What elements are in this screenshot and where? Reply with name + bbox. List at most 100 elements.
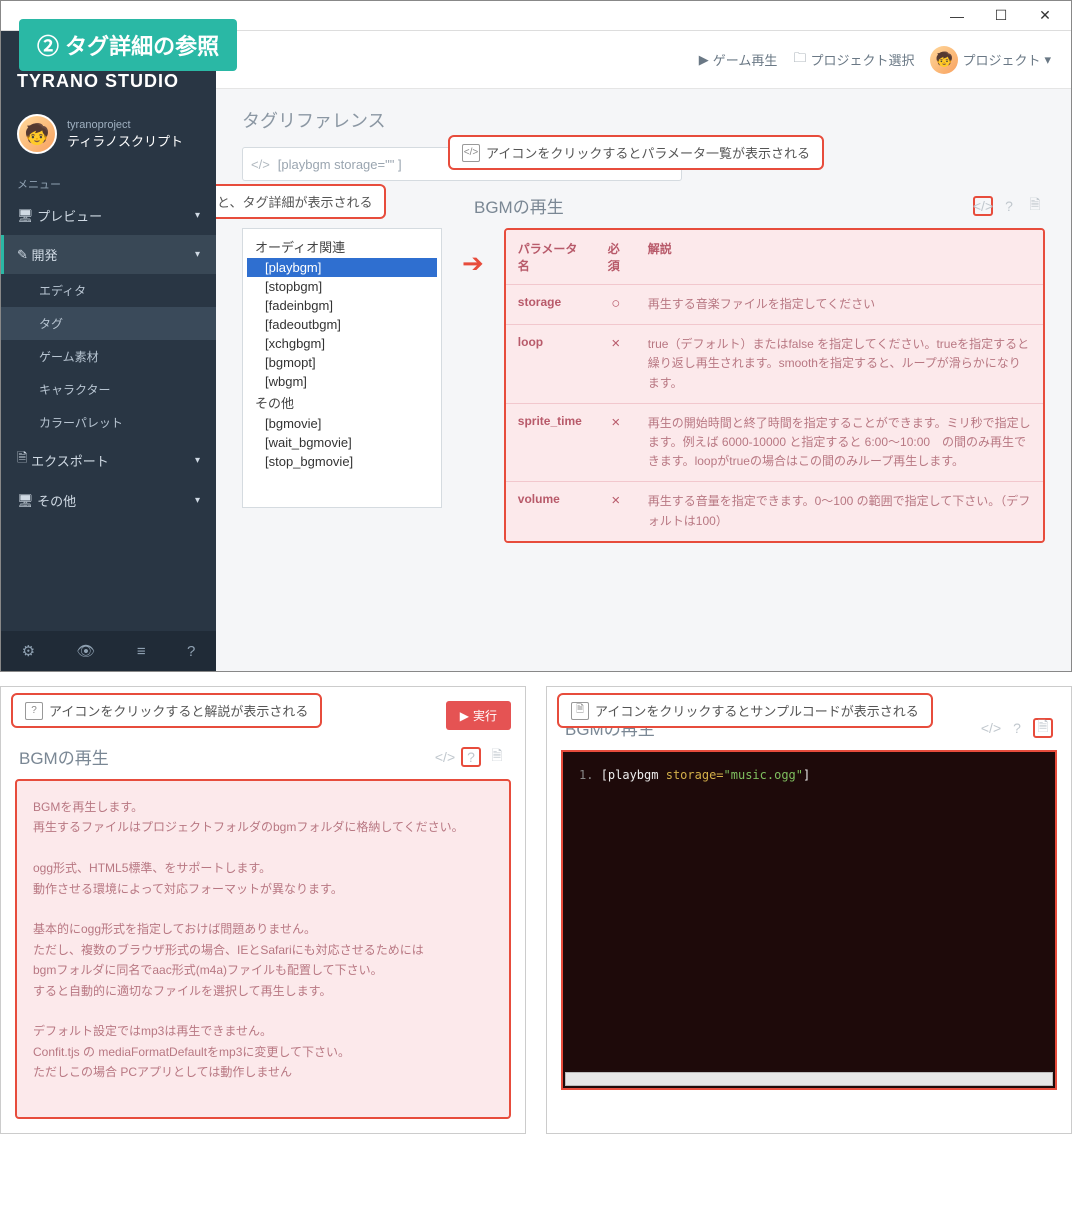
- project-info: 🧒 tyranoproject ティラノスクリプト: [1, 104, 216, 164]
- sidebar-item-label: 開発: [32, 245, 58, 264]
- tag-detail-row: オーディオ関連 [playbgm] [stopbgm] [fadeinbgm] …: [242, 228, 1045, 543]
- tag-item-fadeinbgm[interactable]: [fadeinbgm]: [247, 296, 437, 315]
- parameter-table: パラメータ名 必須 解説 storage ○ 再生する音楽ファイルを指定してくだ…: [504, 228, 1045, 543]
- horizontal-scrollbar[interactable]: [565, 1072, 1053, 1086]
- tag-item-wait-bgmovie[interactable]: [wait_bgmovie]: [247, 433, 437, 452]
- sidebar-item-preview[interactable]: 🖥 プレビュー ▾: [1, 196, 216, 235]
- line-number: 1.: [579, 768, 593, 782]
- code-tag: ]: [803, 768, 810, 782]
- param-desc: true（デフォルト）またはfalse を指定してください。trueを指定すると…: [636, 325, 1043, 404]
- chevron-down-icon: ▾: [1044, 52, 1051, 68]
- sidebar-sub-tag[interactable]: タグ: [1, 307, 216, 340]
- param-desc: 再生の開始時間と終了時間を指定することができます。ミリ秒で指定します。例えば 6…: [636, 403, 1043, 482]
- run-label: 実行: [473, 707, 497, 724]
- tag-item-playbgm[interactable]: [playbgm]: [247, 258, 437, 277]
- code-tag: [playbgm: [601, 768, 666, 782]
- window-maximize-button[interactable]: ☐: [979, 2, 1023, 30]
- window-close-button[interactable]: ✕: [1023, 2, 1067, 30]
- run-button[interactable]: ▶ 実行: [446, 701, 511, 730]
- project-menu[interactable]: 🧒 プロジェクト ▾: [930, 46, 1051, 74]
- topbar-label: プロジェクト選択: [810, 50, 914, 69]
- param-required: ×: [596, 325, 636, 404]
- window-minimize-button[interactable]: ―: [935, 2, 979, 30]
- sidebar-sub-assets[interactable]: ゲーム素材: [1, 340, 216, 373]
- callout-text: アイコンをクリックするとパラメータ一覧が表示される: [486, 143, 810, 162]
- app-body: TYRANO STUDIO 🧒 tyranoproject ティラノスクリプト …: [1, 31, 1071, 671]
- section-title: BGMの再生: [19, 744, 109, 769]
- sidebar-item-label: プレビュー: [37, 206, 102, 225]
- callout-tag-click: タグをクリックすると、タグ詳細が表示される: [216, 184, 386, 219]
- tag-group-label: その他: [247, 391, 437, 414]
- param-row: volume × 再生する音量を指定できます。0〜100 の範囲で指定して下さい…: [506, 482, 1043, 541]
- sidebar-sub-editor[interactable]: エディタ: [1, 274, 216, 307]
- params-icon[interactable]: </>: [973, 196, 993, 216]
- play-icon: ▶: [699, 52, 709, 68]
- sidebar-item-label: その他: [37, 491, 76, 510]
- params-icon[interactable]: </>: [981, 718, 1001, 738]
- callout-text: アイコンをクリックすると解説が表示される: [49, 701, 308, 720]
- callout-sample-icon: 🗎 アイコンをクリックするとサンプルコードが表示される: [557, 693, 933, 728]
- help-icon[interactable]: ?: [1007, 718, 1027, 738]
- sidebar-sub-character[interactable]: キャラクター: [1, 373, 216, 406]
- tag-list[interactable]: オーディオ関連 [playbgm] [stopbgm] [fadeinbgm] …: [242, 228, 442, 508]
- sidebar: TYRANO STUDIO 🧒 tyranoproject ティラノスクリプト …: [1, 31, 216, 671]
- th-desc: 解説: [636, 230, 1043, 285]
- tag-item-xchgbgm[interactable]: [xchgbgm]: [247, 334, 437, 353]
- topbar: ▶ ゲーム再生 🗀 プロジェクト選択 🧒 プロジェクト ▾: [216, 31, 1071, 89]
- param-required: ○: [596, 285, 636, 325]
- panel-help: ▶ 実行 ? アイコンをクリックすると解説が表示される BGMの再生 </> ?…: [0, 686, 526, 1134]
- menu-icon[interactable]: ≡: [137, 643, 146, 660]
- sidebar-item-export[interactable]: 🗎 エクスポート ▾: [1, 439, 216, 481]
- tag-item-stopbgm[interactable]: [stopbgm]: [247, 277, 437, 296]
- param-required: ×: [596, 403, 636, 482]
- sample-code-icon[interactable]: 🗎: [487, 747, 507, 767]
- help-icon[interactable]: ?: [999, 196, 1019, 216]
- eye-icon[interactable]: 👁: [76, 642, 95, 660]
- game-play-button[interactable]: ▶ ゲーム再生: [699, 50, 778, 69]
- tag-group-label: オーディオ関連: [247, 235, 437, 258]
- sidebar-sub-palette[interactable]: カラーパレット: [1, 406, 216, 439]
- param-name: loop: [506, 325, 596, 404]
- code-string: "music.ogg": [724, 768, 803, 782]
- file-icon: 🗎: [17, 449, 31, 471]
- param-row: sprite_time × 再生の開始時間と終了時間を指定することができます。ミ…: [506, 403, 1043, 482]
- topbar-label: ゲーム再生: [713, 50, 778, 69]
- callout-param-icon: </> アイコンをクリックするとパラメータ一覧が表示される: [448, 135, 824, 170]
- param-required: ×: [596, 482, 636, 541]
- param-name: volume: [506, 482, 596, 541]
- document-icon: 🗎: [571, 702, 589, 720]
- monitor-icon: 🖥: [17, 493, 37, 509]
- callout-text: タグをクリックすると、タグ詳細が表示される: [216, 192, 372, 211]
- param-name: sprite_time: [506, 403, 596, 482]
- tag-item-stop-bgmovie[interactable]: [stop_bgmovie]: [247, 452, 437, 471]
- tag-item-fadeoutbgm[interactable]: [fadeoutbgm]: [247, 315, 437, 334]
- tag-item-bgmopt[interactable]: [bgmopt]: [247, 353, 437, 372]
- sidebar-item-other[interactable]: 🖥 その他 ▾: [1, 481, 216, 520]
- search-value: [playbgm storage="" ]: [278, 157, 402, 172]
- th-required: 必須: [596, 230, 636, 285]
- params-icon[interactable]: </>: [435, 747, 455, 767]
- avatar-icon: 🧒: [930, 46, 958, 74]
- tag-item-wbgm[interactable]: [wbgm]: [247, 372, 437, 391]
- project-select-button[interactable]: 🗀 プロジェクト選択: [793, 49, 914, 71]
- tag-item-bgmovie[interactable]: [bgmovie]: [247, 414, 437, 433]
- sample-code-icon[interactable]: 🗎: [1033, 718, 1053, 738]
- topbar-label: プロジェクト: [962, 50, 1040, 69]
- project-avatar-icon: 🧒: [17, 114, 57, 154]
- tutorial-step-badge: ② タグ詳細の参照: [19, 19, 237, 71]
- monitor-icon: 🖥: [17, 208, 37, 224]
- main-area: ▶ ゲーム再生 🗀 プロジェクト選択 🧒 プロジェクト ▾ タグリファレンス <…: [216, 31, 1071, 671]
- edit-icon: ✎: [17, 247, 32, 263]
- documentation-text: BGMを再生します。 再生するファイルはプロジェクトフォルダのbgmフォルダに格…: [15, 779, 511, 1119]
- page-title: タグリファレンス: [242, 107, 1045, 133]
- chevron-down-icon: ▾: [195, 495, 200, 506]
- sample-code-icon[interactable]: 🗎: [1025, 196, 1045, 216]
- sidebar-item-label: エクスポート: [31, 451, 109, 470]
- help-icon[interactable]: ?: [461, 747, 481, 767]
- sidebar-item-develop[interactable]: ✎ 開発 ▾: [1, 235, 216, 274]
- help-icon[interactable]: ?: [187, 643, 195, 660]
- param-desc: 再生する音量を指定できます。0〜100 の範囲で指定して下さい。（デフォルトは1…: [636, 482, 1043, 541]
- code-attr: storage=: [666, 768, 724, 782]
- gear-icon[interactable]: ⚙: [22, 642, 35, 660]
- arrow-right-icon: ➔: [462, 248, 484, 279]
